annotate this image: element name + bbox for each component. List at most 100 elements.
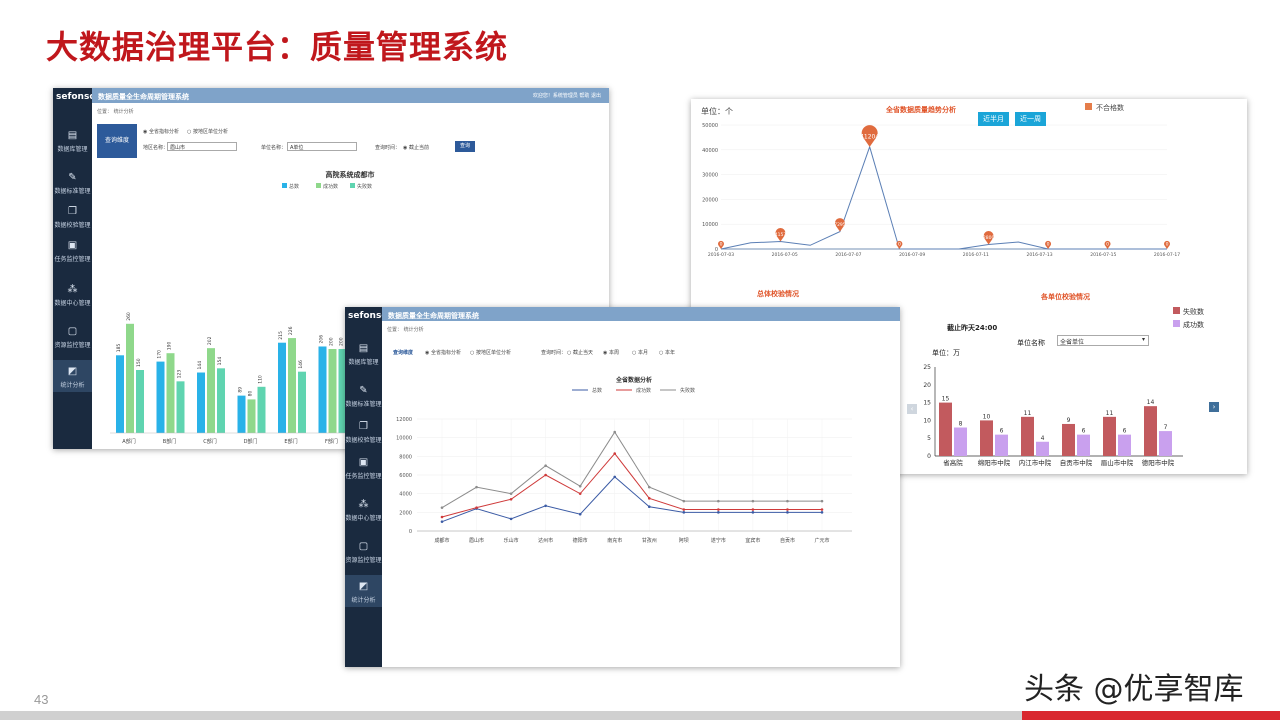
trend-line — [720, 145, 1167, 250]
bar — [939, 402, 952, 456]
radio-unit[interactable]: ○ 按地区单位分析 — [187, 128, 228, 135]
time-label: 查询时间： — [541, 350, 567, 356]
x-tick-label: 宜宾市 — [745, 537, 760, 544]
series-point — [544, 464, 547, 467]
radio-month[interactable]: ○ 本月 — [632, 349, 648, 356]
bar — [1159, 431, 1172, 456]
x-tick-label: 眉山市中院 — [1101, 458, 1134, 467]
trend-line-chart: 全省数据质量趋势分析 不合格数 0 10000 20000 30000 40000 50000… — [702, 103, 1180, 258]
bar — [328, 349, 337, 433]
nav-item-label: 数据中心管理 — [54, 300, 91, 307]
app-title: 数据质量全生命周期管理系统 — [388, 312, 479, 320]
radio-year[interactable]: ○ 本年 — [659, 349, 675, 356]
time-week-label: 本周 — [608, 350, 619, 356]
monitor-icon: ▢ — [67, 326, 78, 337]
bar — [257, 386, 266, 433]
nav-item-4[interactable]: ⁂ 数据中心管理 — [53, 278, 92, 310]
chart-title: 全省数据分析 — [615, 376, 652, 384]
x-tick-label: B部门 — [163, 438, 176, 445]
breadcrumb: 位置： 统计分析 — [97, 109, 134, 115]
unit-select[interactable]: A单位 — [287, 142, 357, 151]
bar — [298, 371, 306, 433]
bar — [126, 323, 134, 433]
series-line — [441, 452, 822, 518]
x-tick-label: 乐山市 — [504, 537, 519, 544]
legend-label: 总数 — [289, 183, 299, 190]
bar-value-label: 89 — [238, 387, 244, 393]
series-point — [647, 505, 651, 509]
region-label: 地区名称： — [143, 145, 169, 151]
x-tick-label: 德阳市中院 — [1142, 458, 1175, 467]
nav-item-1[interactable]: ✎ 数据标准管理 — [53, 166, 92, 198]
series-point — [682, 511, 686, 514]
series-point — [440, 506, 444, 509]
time-year-label: 本年 — [664, 350, 675, 356]
radio-province[interactable]: ◉ 全省指标分析 — [425, 349, 461, 356]
y-tick-label: 10 — [923, 417, 931, 424]
topbar-links[interactable]: 欢迎您！系统管理员 帮助 退出 — [533, 92, 601, 99]
btn-one-week[interactable]: 近一周 — [1015, 112, 1046, 126]
nav-item-3[interactable]: ▣ 任务监控管理 — [53, 234, 92, 266]
series-point — [682, 508, 686, 511]
nav-item-label: 资源监控管理 — [54, 342, 91, 349]
pie-panel-title: 总体校验情况 — [757, 290, 799, 298]
series-point — [786, 508, 789, 511]
radio-province-label: 全省指标分析 — [148, 129, 179, 135]
radio-week[interactable]: ◉ 本周 — [603, 349, 619, 356]
nav-item-4[interactable]: ⁂ 数据中心管理 — [345, 493, 382, 525]
bar — [166, 353, 175, 433]
bar — [1036, 441, 1049, 456]
bar — [980, 420, 993, 456]
bar-value-label: 190 — [167, 341, 173, 350]
bar-value-label: 226 — [288, 326, 294, 335]
series-point — [820, 499, 824, 503]
nav-item-5[interactable]: ▢ 资源监控管理 — [53, 320, 92, 352]
radio-unit[interactable]: ○ 按地区单位分析 — [470, 349, 511, 356]
window-line-chart: sefonsoft ▤ 数据库管理 ✎ 数据标准管理 ❐ 数据校验管理 ▣ 任务监控管理 ⁂ 数据… — [345, 307, 900, 667]
x-tick-label: 达州市 — [538, 537, 553, 544]
legend-label: 失败数 — [357, 183, 372, 190]
series-point — [751, 511, 755, 514]
radio-time-current[interactable]: ◉ 截止当前 — [403, 144, 429, 151]
query-dimension-tab[interactable]: 查询维度 — [393, 349, 413, 356]
marker-label: 41204 — [860, 133, 879, 140]
y-tick-label: 12000 — [396, 417, 412, 423]
x-tick-label: 内江市中院 — [1019, 458, 1052, 467]
marker-label: 4157 — [775, 232, 787, 238]
nav-item-2[interactable]: ❐ 数据校验管理 — [345, 415, 382, 447]
bar-value-label: 11 — [1024, 410, 1032, 417]
y-tick-label: 6000 — [399, 473, 412, 479]
nav-item-1[interactable]: ✎ 数据标准管理 — [345, 379, 382, 411]
radio-unit-label: 按地区单位分析 — [475, 350, 511, 356]
radio-province[interactable]: ◉ 全省指标分析 — [143, 128, 179, 135]
query-button[interactable]: 查询 — [455, 141, 475, 152]
edit-icon: ✎ — [68, 172, 77, 183]
nav-item-0[interactable]: ▤ 数据库管理 — [53, 124, 92, 156]
region-select[interactable]: 眉山市 — [167, 142, 237, 151]
legend-label: 失败数 — [680, 387, 695, 394]
nav-item-0[interactable]: ▤ 数据库管理 — [345, 337, 382, 369]
x-tick-label: 2016-07-15 — [1090, 252, 1116, 258]
topbar: 数据质量全生命周期管理系统 欢迎您！系统管理员 帮助 退出 — [92, 88, 609, 103]
bar — [995, 434, 1008, 456]
legend-swatch — [282, 183, 287, 188]
btn-half-month[interactable]: 近半月 — [978, 112, 1009, 126]
nav-item-2[interactable]: ❐ 数据校验管理 — [53, 200, 92, 232]
monitor-icon: ▢ — [358, 541, 369, 552]
bar — [237, 395, 246, 433]
query-dimension-tab[interactable]: 查询维度 — [97, 124, 137, 158]
bar-value-label: 10 — [983, 413, 991, 420]
y-tick-label: 20 — [923, 382, 931, 389]
nav-item-label: 数据标准管理 — [54, 188, 91, 195]
nav-item-3[interactable]: ▣ 任务监控管理 — [345, 451, 382, 483]
nav-item-6[interactable]: ◩ 统计分析 — [345, 575, 382, 607]
nav-item-label: 数据中心管理 — [345, 515, 382, 522]
nav-item-5[interactable]: ▢ 资源监控管理 — [345, 535, 382, 567]
nav-item-6[interactable]: ◩ 统计分析 — [53, 360, 92, 392]
x-tick-label: 自贡市中院 — [1060, 458, 1093, 467]
bar — [1021, 416, 1034, 456]
network-icon: ⁂ — [67, 284, 78, 295]
radio-today[interactable]: ○ 截止当天 — [567, 349, 593, 356]
legend-label: 总数 — [592, 387, 602, 394]
series-point — [613, 430, 617, 434]
